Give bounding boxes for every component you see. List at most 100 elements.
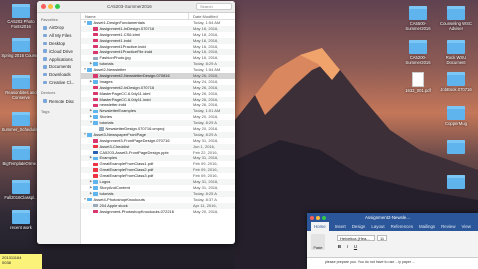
desktop-folder-icon[interactable]: Summer_Scheduling bbox=[1, 112, 41, 132]
desktop-folder-icon[interactable] bbox=[436, 140, 476, 155]
folder-icon bbox=[447, 40, 465, 54]
word-titlebar[interactable]: Assignment2-Newsle... bbox=[307, 213, 478, 222]
sidebar-tags-header: Tags bbox=[41, 110, 50, 115]
docx-file-icon bbox=[93, 150, 98, 155]
finder-sidebar: Favorites AirDrop All My Files Desktop i… bbox=[37, 13, 81, 244]
zoom-button[interactable] bbox=[55, 4, 60, 9]
sidebar-item-label: iCloud Drive bbox=[49, 48, 73, 54]
zoom-button[interactable] bbox=[322, 215, 326, 220]
bold-button[interactable]: B bbox=[337, 244, 342, 249]
sidebar-item-icloud[interactable]: iCloud Drive bbox=[37, 47, 80, 55]
sidebar-item-remote-disc[interactable]: Remote Disc bbox=[37, 97, 80, 105]
desktop-folder-icon[interactable]: BigTemplateOrme... bbox=[1, 146, 41, 166]
sidebar-item-applications[interactable]: Applications bbox=[37, 55, 80, 63]
desktop-folder-icon[interactable]: Fall2016Classpl... bbox=[1, 180, 41, 200]
folder-icon bbox=[12, 4, 30, 18]
format-buttons: B I U bbox=[337, 244, 358, 249]
tab-layout[interactable]: Layout bbox=[371, 222, 384, 231]
sidebar-item-all-my-files[interactable]: All My Files bbox=[37, 32, 80, 40]
applications-icon bbox=[43, 57, 47, 61]
row-date: May 20, 2016, bbox=[193, 208, 219, 214]
folder-file-icon bbox=[93, 62, 98, 66]
minimize-button[interactable] bbox=[316, 215, 320, 220]
desktop-icon-label: JobBook.070716 bbox=[440, 87, 472, 92]
folder-file-icon bbox=[87, 21, 92, 25]
column-name-header[interactable]: Name bbox=[81, 13, 189, 19]
tab-design[interactable]: Design bbox=[352, 222, 366, 231]
italic-button[interactable]: I bbox=[345, 244, 350, 249]
list-header: Name Date Modified bbox=[81, 13, 235, 20]
folder-icon bbox=[12, 75, 30, 89]
desktop-icon-label: Fall2016Classpl... bbox=[4, 195, 38, 200]
desktop-folder-icon[interactable]: CA5500-Summer2016 bbox=[398, 6, 438, 31]
search-input[interactable]: Search bbox=[196, 3, 232, 10]
desktop-folder-icon[interactable]: Counseling WSC Adviser bbox=[436, 6, 476, 31]
desktop-folder-icon[interactable] bbox=[436, 175, 476, 190]
font-size-select[interactable]: 11 bbox=[377, 235, 387, 241]
sticky-note[interactable]: 201311164 0038 bbox=[0, 254, 42, 269]
folder-icon bbox=[12, 180, 30, 194]
sidebar-item-label: Documents bbox=[49, 64, 72, 70]
downloads-icon bbox=[43, 72, 47, 77]
window-controls bbox=[41, 4, 60, 9]
finder-window[interactable]: CA5203-Summer2016 Search Favorites AirDr… bbox=[37, 1, 235, 244]
minimize-button[interactable] bbox=[48, 4, 53, 9]
desktop-folder-icon[interactable]: Rock WSU Document bbox=[436, 40, 476, 65]
desktop-folder-icon[interactable]: JobBook.070716 bbox=[436, 72, 476, 92]
folder-file-icon bbox=[93, 180, 98, 184]
desktop-folder-icon[interactable]: recent work bbox=[1, 210, 41, 230]
desktop-icon-label: recent work bbox=[10, 225, 32, 230]
desktop-icon bbox=[43, 41, 47, 46]
desktop-folder-icon[interactable]: CA5203 Photo Fonts2016 bbox=[1, 4, 41, 29]
font-select[interactable]: Helvetica (Hea... bbox=[337, 235, 375, 241]
desktop-pdf-file[interactable]: 1633_001.pdf bbox=[398, 72, 438, 93]
sidebar-item-downloads[interactable]: Downloads bbox=[37, 71, 80, 79]
tab-view[interactable]: View bbox=[462, 222, 471, 231]
cloud-icon bbox=[43, 49, 47, 53]
folder-file-icon bbox=[93, 121, 98, 125]
pdf-file-icon bbox=[93, 168, 98, 172]
paste-button[interactable]: Paste bbox=[311, 234, 325, 250]
indd-file-icon bbox=[93, 27, 98, 31]
word-document-body[interactable]: please prepare you. You do not have to u… bbox=[307, 258, 478, 269]
desktop-folder-icon[interactable]: CA5200-Summer2016 bbox=[398, 40, 438, 65]
sidebar-item-desktop[interactable]: Desktop bbox=[37, 40, 80, 48]
indd-file-icon bbox=[93, 32, 98, 37]
png-file-icon bbox=[93, 56, 98, 61]
sidebar-item-label: Downloads bbox=[49, 72, 71, 78]
desktop-folder-icon[interactable]: CopperMug bbox=[436, 106, 476, 126]
creative-cloud-icon bbox=[43, 80, 47, 85]
pdf-file-icon bbox=[93, 174, 98, 178]
sidebar-item-documents[interactable]: Documents bbox=[37, 63, 80, 71]
desktop-icon-label: BigTemplateOrme... bbox=[2, 161, 40, 166]
file-list[interactable]: Name Date Modified ▼ Asset1-DesignFundame… bbox=[81, 13, 235, 244]
table-row[interactable]: Assignment-PhotoshopKnockouts.072216 May … bbox=[81, 209, 235, 215]
indd-file-icon bbox=[93, 74, 98, 78]
sidebar-item-airdrop[interactable]: AirDrop bbox=[37, 24, 80, 32]
desktop-folder-icon[interactable]: Reasonbites and Conserve bbox=[1, 75, 41, 100]
word-window[interactable]: Assignment2-Newsle... Home Insert Design… bbox=[307, 213, 478, 269]
tab-insert[interactable]: Insert bbox=[335, 222, 346, 231]
close-button[interactable] bbox=[310, 215, 314, 220]
folder-icon bbox=[447, 6, 465, 20]
sidebar-devices-header: Devices bbox=[41, 91, 56, 96]
desktop-icon-label: CA5200-Summer2016 bbox=[405, 55, 431, 65]
tab-home[interactable]: Home bbox=[311, 222, 329, 231]
tab-mailings[interactable]: Mailings bbox=[419, 222, 435, 231]
desktop-folder-icon[interactable]: Spring 2016 Courses bbox=[1, 38, 41, 58]
sidebar-item-label: Desktop bbox=[49, 40, 66, 46]
indd-file-icon bbox=[93, 44, 98, 49]
close-button[interactable] bbox=[41, 4, 46, 9]
pdf-file-icon bbox=[93, 162, 98, 167]
word-ribbon: Paste Helvetica (Hea... 11 B I U bbox=[307, 231, 478, 258]
folder-file-icon bbox=[87, 68, 92, 72]
tab-review[interactable]: Review bbox=[441, 222, 455, 231]
column-date-header[interactable]: Date Modified bbox=[189, 13, 235, 19]
row-name-cell: Assignment-PhotoshopKnockouts.072216 bbox=[81, 209, 189, 215]
pdf-file-icon bbox=[412, 72, 424, 87]
sidebar-item-creative-cloud[interactable]: Creative Cl... bbox=[37, 78, 80, 86]
tab-references[interactable]: References bbox=[391, 222, 413, 231]
finder-titlebar[interactable]: CA5203-Summer2016 Search bbox=[37, 1, 235, 13]
underline-button[interactable]: U bbox=[353, 244, 358, 249]
pdf-file-icon bbox=[93, 144, 98, 149]
